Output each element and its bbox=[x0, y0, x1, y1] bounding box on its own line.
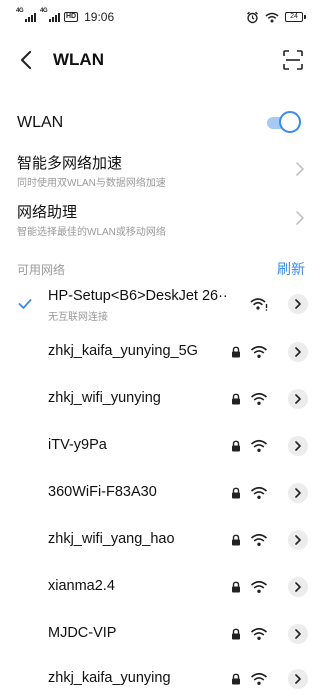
refresh-button[interactable]: 刷新 bbox=[277, 259, 305, 279]
chevron-right-icon bbox=[295, 488, 301, 498]
network-details-button[interactable] bbox=[288, 389, 308, 409]
network-item[interactable]: zhkj_kaifa_yunying_5G bbox=[0, 328, 320, 376]
network-ssid: zhkj_wifi_yunying bbox=[48, 390, 161, 406]
network-item-connected[interactable]: HP-Setup<B6>DeskJet 26·· 无互联网连接 bbox=[0, 282, 320, 330]
lock-icon bbox=[232, 346, 240, 358]
available-networks-label: 可用网络 bbox=[17, 263, 66, 277]
chevron-right-icon bbox=[295, 299, 301, 309]
network-details-button[interactable] bbox=[288, 342, 308, 362]
chevron-right-icon bbox=[296, 211, 304, 225]
network-ssid: zhkj_kaifa_yunying_5G bbox=[48, 343, 198, 359]
wifi-signal-icon bbox=[250, 392, 268, 405]
chevron-right-icon bbox=[296, 162, 304, 176]
wifi-signal-icon bbox=[250, 580, 268, 593]
signal-icon-sim1: 4G bbox=[16, 8, 36, 22]
network-status: 无互联网连接 bbox=[48, 312, 108, 323]
wifi-signal-icon bbox=[250, 439, 268, 452]
lock-icon bbox=[232, 673, 240, 685]
chevron-right-icon bbox=[295, 629, 301, 639]
setting-title: 网络助理 bbox=[17, 204, 78, 221]
wifi-signal-icon bbox=[250, 672, 268, 685]
network-type-label: 4G bbox=[40, 8, 48, 14]
chevron-right-icon bbox=[295, 394, 301, 404]
lock-icon bbox=[232, 487, 240, 499]
wifi-signal-icon bbox=[250, 627, 268, 640]
wifi-signal-icon bbox=[250, 345, 268, 358]
chevron-left-icon bbox=[21, 51, 31, 69]
network-details-button[interactable] bbox=[288, 624, 308, 644]
page-title: WLAN bbox=[53, 50, 104, 69]
lock-icon bbox=[232, 440, 240, 452]
lock-icon bbox=[232, 628, 240, 640]
back-button[interactable] bbox=[16, 50, 36, 70]
chevron-right-icon bbox=[295, 535, 301, 545]
wlan-toggle-switch[interactable] bbox=[265, 110, 303, 136]
chevron-right-icon bbox=[295, 441, 301, 451]
status-right: 24 bbox=[246, 11, 306, 24]
network-ssid: HP-Setup<B6>DeskJet 26·· bbox=[48, 288, 228, 304]
network-item[interactable]: xianma2.4 bbox=[0, 563, 320, 611]
chevron-right-icon bbox=[295, 347, 301, 357]
page-header: WLAN bbox=[0, 38, 320, 82]
battery-icon: 24 bbox=[285, 12, 306, 22]
network-ssid: iTV-y9Pa bbox=[48, 437, 107, 453]
network-details-button[interactable] bbox=[288, 530, 308, 550]
network-type-label: 4G bbox=[16, 8, 24, 14]
network-item[interactable]: iTV-y9Pa bbox=[0, 422, 320, 470]
hd-badge: HD bbox=[64, 12, 79, 22]
status-bar: 4G 4G HD 19:06 24 bbox=[0, 0, 320, 34]
network-item[interactable]: zhkj_kaifa_yunying bbox=[0, 656, 320, 700]
wifi-signal-icon bbox=[250, 486, 268, 499]
scan-icon bbox=[283, 50, 303, 70]
network-item[interactable]: MJDC-VIP bbox=[0, 610, 320, 658]
network-details-button[interactable] bbox=[288, 577, 308, 597]
toggle-knob bbox=[279, 111, 301, 133]
network-details-button[interactable] bbox=[288, 294, 308, 314]
network-item[interactable]: zhkj_wifi_yunying bbox=[0, 375, 320, 423]
alarm-icon bbox=[247, 11, 258, 23]
network-item[interactable]: zhkj_wifi_yang_hao bbox=[0, 516, 320, 564]
network-ssid: zhkj_wifi_yang_hao bbox=[48, 531, 175, 547]
lock-icon bbox=[232, 393, 240, 405]
lock-icon bbox=[232, 581, 240, 593]
available-networks-header: 可用网络 刷新 bbox=[0, 258, 320, 280]
network-details-button[interactable] bbox=[288, 483, 308, 503]
network-item[interactable]: 360WiFi-F83A30 bbox=[0, 469, 320, 517]
status-time: 19:06 bbox=[84, 10, 115, 24]
network-ssid: MJDC-VIP bbox=[48, 625, 117, 641]
setting-subtitle: 智能选择最佳的WLAN或移动网络 bbox=[17, 227, 166, 238]
signal-icon-sim2: 4G bbox=[40, 8, 60, 22]
network-details-button[interactable] bbox=[288, 669, 308, 689]
network-ssid: xianma2.4 bbox=[48, 578, 115, 594]
setting-multi-network-acceleration[interactable]: 智能多网络加速 同时使用双WLAN与数据网络加速 bbox=[0, 150, 320, 196]
lock-icon bbox=[232, 534, 240, 546]
wifi-signal-no-internet-icon bbox=[250, 298, 268, 311]
scan-qr-button[interactable] bbox=[282, 49, 304, 71]
network-ssid: zhkj_kaifa_yunying bbox=[48, 670, 171, 686]
setting-network-assistant[interactable]: 网络助理 智能选择最佳的WLAN或移动网络 bbox=[0, 199, 320, 245]
chevron-right-icon bbox=[295, 582, 301, 592]
chevron-right-icon bbox=[295, 674, 301, 684]
setting-subtitle: 同时使用双WLAN与数据网络加速 bbox=[17, 178, 166, 189]
battery-level: 24 bbox=[285, 12, 303, 22]
wlan-label: WLAN bbox=[17, 114, 64, 131]
wlan-toggle-row: WLAN bbox=[0, 106, 320, 140]
check-icon bbox=[18, 299, 32, 309]
network-details-button[interactable] bbox=[288, 436, 308, 456]
status-left: 4G 4G HD 19:06 bbox=[16, 8, 115, 24]
network-ssid: 360WiFi-F83A30 bbox=[48, 484, 157, 500]
wifi-signal-icon bbox=[250, 533, 268, 546]
setting-title: 智能多网络加速 bbox=[17, 155, 123, 172]
wifi-status-icon bbox=[265, 12, 279, 22]
